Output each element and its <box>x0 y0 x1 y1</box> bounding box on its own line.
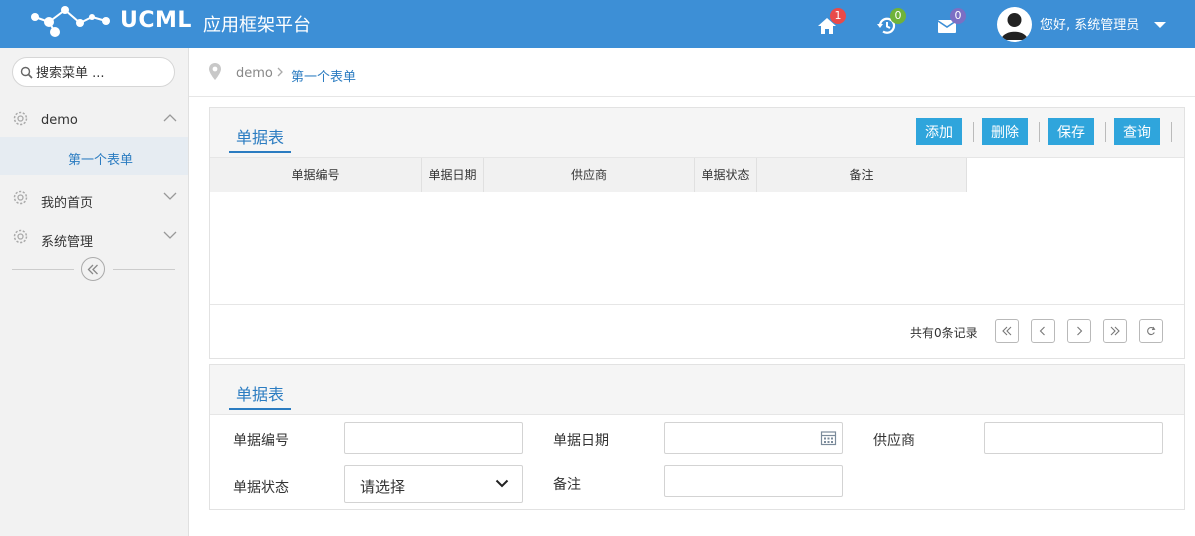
divider <box>210 304 1184 305</box>
sidebar-item-system[interactable]: 系统管理 <box>0 219 188 255</box>
chevron-down-icon[interactable] <box>1154 22 1166 28</box>
home-badge: 1 <box>830 8 846 24</box>
divider <box>973 122 974 142</box>
column-header[interactable]: 单据编号 <box>210 158 422 192</box>
location-pin-icon <box>209 63 221 80</box>
status-select[interactable]: 请选择 <box>344 465 523 503</box>
sidebar: demo 第一个表单 我的首页 系统管理 <box>0 48 189 536</box>
breadcrumb-root[interactable]: demo <box>236 66 273 81</box>
refresh-icon <box>1147 326 1156 336</box>
history-badge: 0 <box>890 8 906 24</box>
chevron-down-icon <box>163 192 177 200</box>
remark-label: 备注 <box>553 477 581 493</box>
delete-button[interactable]: 删除 <box>982 118 1028 145</box>
save-button[interactable]: 保存 <box>1048 118 1094 145</box>
sidebar-item-label: demo <box>41 113 78 128</box>
double-chevron-left-icon <box>1002 326 1012 336</box>
user-avatar-icon <box>1001 13 1028 40</box>
user-greeting[interactable]: 您好, 系统管理员 <box>1040 14 1139 33</box>
divider <box>12 269 74 270</box>
sidebar-subitem-label: 第一个表单 <box>68 153 134 168</box>
column-header[interactable]: 供应商 <box>484 158 695 192</box>
logo-icon <box>31 6 110 37</box>
form-panel-header: 单据表 <box>210 365 1184 415</box>
form-panel: 单据表 单据编号 单据日期 供应商 单据状态 请选择 备注 <box>209 364 1185 510</box>
supplier-label: 供应商 <box>873 433 915 449</box>
divider <box>1171 122 1172 142</box>
gear-icon <box>13 190 28 205</box>
record-count: 共有0条记录 <box>910 326 978 340</box>
date-label: 单据日期 <box>553 433 609 449</box>
history-button[interactable]: 0 <box>876 8 906 38</box>
home-button[interactable]: 1 <box>816 8 846 38</box>
column-header[interactable]: 单据日期 <box>422 158 484 192</box>
sidebar-subitem-first-form[interactable]: 第一个表单 <box>0 137 188 175</box>
double-chevron-left-icon <box>87 264 98 275</box>
sidebar-item-label: 我的首页 <box>41 196 94 211</box>
chevron-down-icon <box>495 479 509 488</box>
column-header[interactable]: 备注 <box>757 158 967 192</box>
sidebar-item-demo[interactable]: demo <box>0 101 188 137</box>
search-input[interactable] <box>36 63 166 83</box>
sidebar-item-label: 系统管理 <box>41 235 94 250</box>
sidebar-item-home[interactable]: 我的首页 <box>0 180 188 216</box>
divider <box>1039 122 1040 142</box>
grid-panel-header: 单据表 添加 删除 保存 查询 <box>210 108 1184 158</box>
gear-icon <box>13 229 28 244</box>
remark-field[interactable] <box>664 465 843 497</box>
gear-icon <box>13 111 28 126</box>
search-icon <box>20 66 33 79</box>
code-label: 单据编号 <box>233 433 289 449</box>
chevron-right-icon <box>1077 326 1083 336</box>
status-selected-value: 请选择 <box>360 478 406 496</box>
brand-name: UCML <box>120 8 192 33</box>
breadcrumb-current: 第一个表单 <box>291 70 357 85</box>
messages-badge: 0 <box>950 8 966 24</box>
next-page-button[interactable] <box>1067 319 1091 343</box>
grid-panel: 单据表 添加 删除 保存 查询 单据编号 单据日期 供应商 单据状态 备注 共有… <box>209 107 1185 359</box>
chevron-up-icon <box>163 114 177 122</box>
form-panel-title: 单据表 <box>229 381 292 410</box>
status-label: 单据状态 <box>233 480 289 496</box>
supplier-field[interactable] <box>984 422 1163 454</box>
grid-header-row: 单据编号 单据日期 供应商 单据状态 备注 <box>210 158 967 192</box>
collapse-sidebar-button[interactable] <box>81 257 105 281</box>
top-header: UCML 应用框架平台 1 0 0 您好, 系统管理员 <box>0 0 1195 48</box>
chevron-left-icon <box>1039 326 1045 336</box>
first-page-button[interactable] <box>995 319 1019 343</box>
grid-panel-title: 单据表 <box>229 124 292 153</box>
query-button[interactable]: 查询 <box>1114 118 1160 145</box>
date-field[interactable] <box>664 422 843 454</box>
add-button[interactable]: 添加 <box>916 118 962 145</box>
calendar-icon[interactable] <box>820 429 837 446</box>
messages-button[interactable]: 0 <box>936 8 966 38</box>
avatar[interactable] <box>997 7 1032 42</box>
divider <box>1105 122 1106 142</box>
date-picker[interactable] <box>664 422 843 454</box>
chevron-right-icon <box>277 67 283 77</box>
refresh-button[interactable] <box>1139 319 1163 343</box>
chevron-down-icon <box>163 231 177 239</box>
menu-search-box[interactable] <box>12 57 175 87</box>
brand-subtitle: 应用框架平台 <box>203 15 311 36</box>
breadcrumb: demo 第一个表单 <box>189 48 1195 97</box>
code-field[interactable] <box>344 422 523 454</box>
prev-page-button[interactable] <box>1031 319 1055 343</box>
double-chevron-right-icon <box>1110 326 1120 336</box>
last-page-button[interactable] <box>1103 319 1127 343</box>
divider <box>113 269 175 270</box>
column-header[interactable]: 单据状态 <box>695 158 757 192</box>
